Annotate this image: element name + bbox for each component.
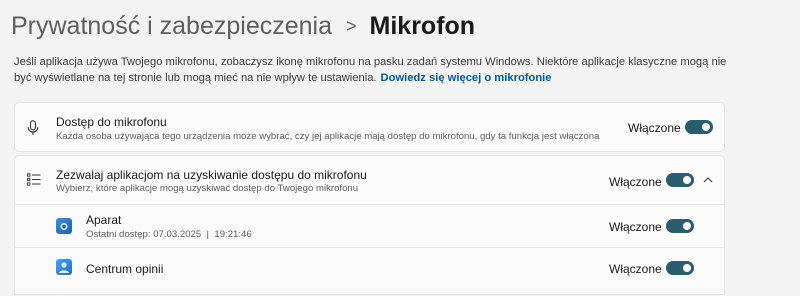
app-name: Aparat (86, 213, 122, 227)
app-state: Włączone (609, 262, 662, 276)
microphone-access-title: Dostęp do mikrofonu (56, 115, 167, 129)
microphone-access-state: Włączone (628, 121, 681, 135)
camera-app-icon (56, 218, 72, 234)
page-title: Mikrofon (369, 12, 476, 40)
app-name: Centrum opinii (86, 262, 164, 276)
app-toggle-aparat[interactable] (666, 219, 694, 233)
microphone-access-toggle[interactable] (685, 120, 713, 134)
chevron-up-icon[interactable] (703, 176, 713, 183)
app-row-centrum-opinii: Centrum opinii Włączone (15, 248, 724, 296)
apps-access-state: Włączone (609, 175, 662, 189)
app-last-access: Ostatni dostęp: 07.03.2025 | 19:21:46 (86, 229, 252, 240)
microphone-access-card[interactable]: Dostęp do mikrofonu Każda osoba używając… (14, 102, 725, 152)
page-description: Jeśli aplikacja używa Twojego mikrofonu,… (14, 54, 744, 86)
camera-lens-icon (60, 222, 68, 231)
apps-access-title: Zezwalaj aplikacjom na uzyskiwanie dostę… (56, 168, 367, 182)
list-icon (27, 173, 41, 186)
toggle-knob (683, 176, 691, 184)
apps-access-toggle[interactable] (666, 173, 694, 187)
toggle-knob (683, 264, 691, 272)
toggle-knob (683, 222, 691, 230)
apps-access-row[interactable]: Zezwalaj aplikacjom na uzyskiwanie dostę… (15, 156, 724, 204)
apps-access-card: Zezwalaj aplikacjom na uzyskiwanie dostę… (14, 155, 725, 295)
microphone-access-subtitle: Każda osoba używająca tego urządzenia mo… (56, 131, 600, 142)
app-toggle-centrum-opinii[interactable] (666, 261, 694, 275)
learn-more-link[interactable]: Dowiedz się więcej o mikrofonie (381, 72, 552, 84)
feedback-hub-icon (56, 259, 72, 275)
app-state: Włączone (609, 220, 662, 234)
microphone-icon (27, 120, 39, 135)
description-text: Jeśli aplikacja używa Twojego mikrofonu,… (14, 56, 727, 84)
breadcrumb: Prywatność i zabezpieczenia > Mikrofon (11, 9, 475, 43)
person-icon (59, 262, 69, 273)
apps-access-subtitle: Wybierz, które aplikacje mogą uzyskiwać … (56, 183, 359, 194)
app-row-aparat: Aparat Ostatni dostęp: 07.03.2025 | 19:2… (15, 205, 724, 247)
breadcrumb-separator-icon: > (346, 16, 357, 36)
breadcrumb-parent[interactable]: Prywatność i zabezpieczenia (11, 9, 332, 43)
toggle-knob (702, 123, 710, 131)
